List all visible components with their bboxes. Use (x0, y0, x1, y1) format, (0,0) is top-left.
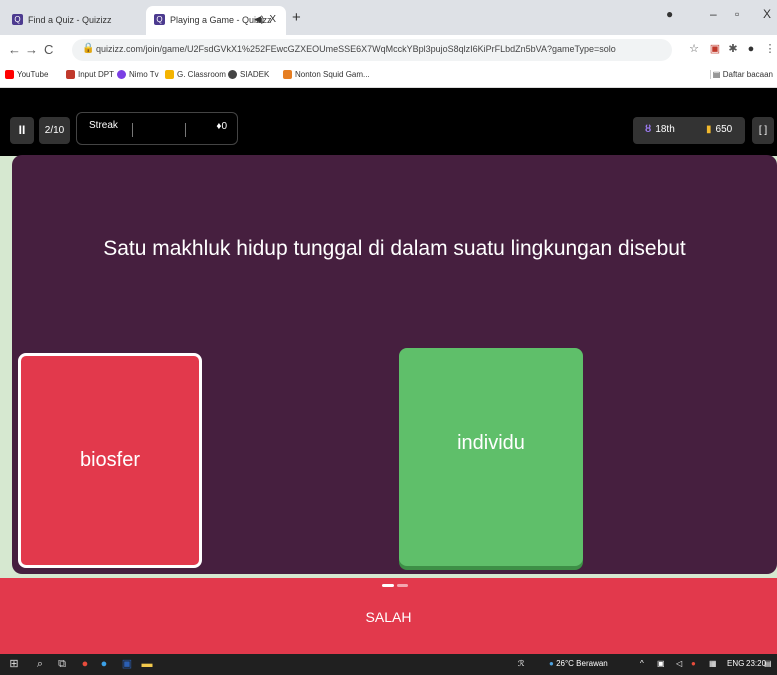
people-icon[interactable]: ℛ (518, 659, 524, 668)
score-display: ▮ 650 (706, 124, 733, 135)
language-indicator[interactable]: ENG (727, 659, 744, 668)
maximize-button[interactable]: ▫ (735, 7, 739, 21)
progress-dot-active (382, 584, 394, 587)
minimize-button[interactable]: – (710, 7, 717, 21)
answer-label: biosfer (79, 449, 141, 471)
chevron-up-icon[interactable]: ^ (640, 659, 644, 668)
tab-playing-a-game[interactable]: Q Playing a Game - Quizizz ◀) X (146, 6, 286, 35)
medal-icon: ȣ (645, 124, 652, 135)
address-bar-row: ← → C 🔒 quizizz.com/join/game/U2FsdGVkX1… (0, 35, 777, 65)
bookmark-icon (283, 70, 292, 80)
edge-icon[interactable]: ● (98, 658, 110, 670)
streak-divider (132, 123, 133, 137)
forward-icon[interactable]: → (25, 42, 38, 57)
bookmark-icon (66, 70, 75, 80)
rank-display: ȣ 18th (645, 124, 675, 135)
streak-value: ♦0 (216, 121, 227, 132)
result-text: SALAH (365, 609, 412, 625)
back-icon[interactable]: ← (8, 42, 21, 57)
reload-icon[interactable]: C (44, 42, 53, 57)
coin-icon: ▮ (706, 124, 712, 135)
bookmark-classroom[interactable]: G. Classroom (165, 70, 226, 80)
bookmark-input-dpt[interactable]: Input DPT (66, 70, 114, 80)
fullscreen-button[interactable]: [ ] (752, 117, 774, 144)
keyboard-icon[interactable]: ▦ (709, 659, 717, 668)
quizizz-favicon-icon: Q (12, 14, 23, 25)
avatar[interactable]: ● (745, 43, 757, 55)
file-explorer-icon[interactable]: ▬ (141, 658, 153, 670)
pause-button[interactable]: II (10, 117, 34, 144)
streak-divider (185, 123, 186, 137)
nimo-icon (117, 70, 126, 80)
answer-label: individu (457, 431, 525, 454)
weather-widget[interactable]: ● 26°C Berawan (549, 659, 608, 668)
menu-icon[interactable]: ⋮ (764, 43, 776, 55)
reading-list-button[interactable]: ▤ Daftar bacaan (709, 70, 773, 79)
globe-icon (228, 70, 237, 80)
quiz-top-bar: II 2/10 Streak ♦0 ȣ 18th ▮ 650 [ ] (0, 88, 777, 156)
profile-icon[interactable]: ● (666, 7, 673, 21)
bookmark-siadek[interactable]: SIADEK (228, 70, 269, 80)
bookmark-nimo-tv[interactable]: Nimo Tv (117, 70, 159, 80)
url-text: quizizz.com/join/game/U2FsdGVkX1%252FEwc… (96, 44, 616, 54)
close-window-button[interactable]: X (763, 7, 771, 21)
chrome-icon[interactable]: ● (79, 658, 91, 670)
question-panel: Satu makhluk hidup tunggal di dalam suat… (12, 155, 777, 574)
cloud-icon: ● (549, 659, 554, 668)
progress-dots (382, 584, 408, 587)
tab-find-a-quiz[interactable]: Q Find a Quiz - Quizizz X (4, 6, 168, 35)
network-icon[interactable]: ▣ (657, 659, 665, 668)
browser-tab-strip: Q Find a Quiz - Quizizz X Q Playing a Ga… (0, 0, 777, 35)
address-bar[interactable]: 🔒 quizizz.com/join/game/U2FsdGVkX1%252FE… (72, 39, 672, 61)
tab-close-icon[interactable]: X (269, 14, 276, 25)
taskbar: ⊞ ⌕ ⧉ ● ● ▣ ▬ ℛ ● 26°C Berawan ^ ▣ ◁ ● ▦… (0, 654, 777, 675)
result-bar: SALAH (0, 578, 777, 654)
lock-icon: 🔒 (82, 43, 95, 54)
star-icon[interactable]: ☆ (688, 43, 700, 55)
quizizz-favicon-icon: Q (154, 14, 165, 25)
classroom-icon (165, 70, 174, 80)
answer-option-biosfer[interactable]: biosfer (18, 353, 202, 568)
progress-dot (397, 584, 408, 587)
volume-icon[interactable]: ◁ (676, 659, 682, 668)
question-counter: 2/10 (39, 117, 70, 144)
antivirus-icon[interactable]: ● (691, 659, 696, 668)
bookmark-squid-game[interactable]: Nonton Squid Gam... (283, 70, 370, 80)
question-text: Satu makhluk hidup tunggal di dalam suat… (103, 237, 686, 260)
reading-list-icon: ▤ (712, 70, 721, 79)
notification-icon[interactable]: ▤ (764, 659, 772, 668)
task-view-icon[interactable]: ⧉ (56, 658, 68, 670)
puzzle-icon[interactable]: ✱ (727, 43, 739, 55)
streak-meter: Streak ♦0 (76, 112, 238, 145)
new-tab-button[interactable]: + (292, 9, 301, 26)
tab-title: Find a Quiz - Quizizz (28, 15, 112, 25)
streak-label: Streak (89, 120, 118, 131)
bookmark-youtube[interactable]: YouTube (5, 70, 48, 80)
bookmarks-bar: YouTube Input DPT Nimo Tv G. Classroom S… (0, 65, 777, 88)
word-icon[interactable]: ▣ (121, 658, 133, 670)
rank-score-pill: ȣ 18th ▮ 650 (633, 117, 745, 144)
youtube-icon (5, 70, 14, 80)
windows-start-icon[interactable]: ⊞ (8, 658, 20, 670)
extension-icon[interactable]: ▣ (709, 43, 721, 55)
answer-option-individu[interactable]: individu (399, 348, 583, 566)
search-icon[interactable]: ⌕ (34, 658, 46, 670)
speaker-icon[interactable]: ◀) (254, 14, 264, 25)
